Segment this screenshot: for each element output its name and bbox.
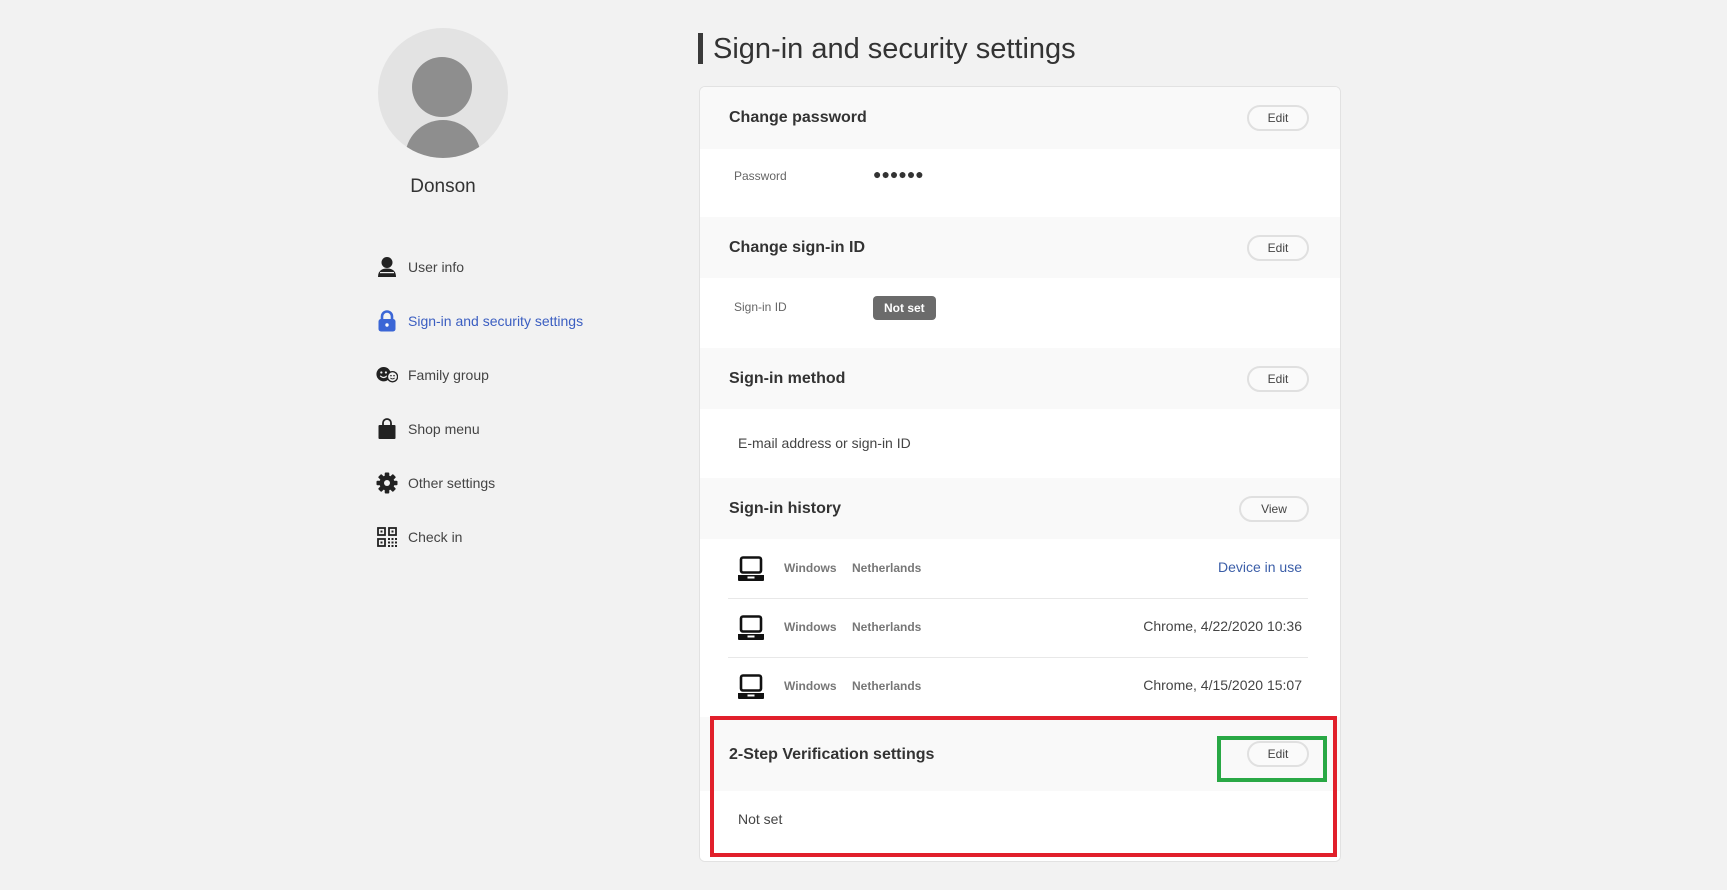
laptop-icon [737,556,765,587]
view-history-button[interactable]: View [1239,495,1309,522]
username: Donson [410,176,476,197]
history-os: Windows [784,561,837,575]
section-header-change-sign-in-id: Change sign-in ID Edit [700,217,1340,278]
2-step-verification-value: Not set [738,811,783,827]
history-detail: Chrome, 4/15/2020 15:07 [1143,677,1302,693]
qr-code-icon [376,526,398,548]
section-heading: Change sign-in ID [729,238,865,256]
person-icon [376,256,398,278]
sidebar-item-label: Other settings [408,475,496,491]
history-row: Windows Netherlands Chrome, 4/15/2020 15… [728,657,1308,716]
section-body-password: Password ●●●●●● [700,149,1340,217]
shopping-bag-icon [376,418,398,440]
sidebar-item-label: Sign-in and security settings [408,313,584,329]
sidebar-item-label: Check in [408,529,463,545]
sidebar-item-label: Family group [408,367,489,383]
section-heading: Change password [729,109,867,126]
laptop-icon [737,615,765,646]
history-location: Netherlands [852,679,922,693]
section-header-2-step-verification: 2-Step Verification settings Edit [700,717,1340,791]
section-body-sign-in-id: Sign-in ID Not set [700,278,1340,348]
history-os: Windows [784,620,837,634]
sign-in-method-value: E-mail address or sign-in ID [738,435,911,451]
title-accent-bar [698,33,703,64]
history-location: Netherlands [852,561,922,575]
password-value: ●●●●●● [873,166,924,182]
section-heading: Sign-in history [729,499,841,517]
section-header-sign-in-history: Sign-in history View [700,478,1340,539]
sidebar-item-sign-in-security[interactable]: Sign-in and security settings [376,294,583,348]
sidebar-nav: User info Sign-in and security settings … [376,240,583,564]
laptop-icon [737,674,765,705]
page-title: Sign-in and security settings [713,33,1076,65]
section-heading: 2-Step Verification settings [729,746,935,763]
edit-2-step-verification-button[interactable]: Edit [1247,741,1309,767]
gear-icon [376,472,398,494]
avatar [378,28,508,158]
section-header-sign-in-method: Sign-in method Edit [700,348,1340,409]
sign-in-id-label: Sign-in ID [734,300,787,314]
sidebar-item-label: Shop menu [408,421,480,437]
sidebar-item-other-settings[interactable]: Other settings [376,456,583,510]
section-header-change-password: Change password Edit [700,87,1340,149]
avatar-body [405,120,481,158]
sidebar-item-shop-menu[interactable]: Shop menu [376,402,583,456]
section-body-sign-in-history: Windows Netherlands Device in use Window… [700,539,1340,717]
sidebar-item-check-in[interactable]: Check in [376,510,583,564]
sidebar-item-label: User info [408,259,465,275]
avatar-head [412,57,472,117]
lock-icon [376,310,398,332]
device-in-use-link[interactable]: Device in use [1218,559,1302,575]
settings-card: Change password Edit Password ●●●●●● Cha… [699,86,1341,862]
section-heading: Sign-in method [729,369,846,387]
history-os: Windows [784,679,837,693]
section-body-sign-in-method: E-mail address or sign-in ID [700,409,1340,478]
history-detail: Chrome, 4/22/2020 10:36 [1143,618,1302,634]
password-label: Password [734,169,787,183]
edit-sign-in-id-button[interactable]: Edit [1247,234,1309,261]
history-row: Windows Netherlands Device in use [728,539,1308,599]
history-row: Windows Netherlands Chrome, 4/22/2020 10… [728,598,1308,658]
sidebar-item-family-group[interactable]: Family group [376,348,583,402]
family-icon [376,364,398,386]
not-set-badge: Not set [873,296,936,320]
section-body-2-step-verification: Not set [700,791,1340,861]
edit-sign-in-method-button[interactable]: Edit [1247,365,1309,392]
history-location: Netherlands [852,620,922,634]
sidebar-item-user-info[interactable]: User info [376,240,583,294]
edit-password-button[interactable]: Edit [1247,105,1309,131]
